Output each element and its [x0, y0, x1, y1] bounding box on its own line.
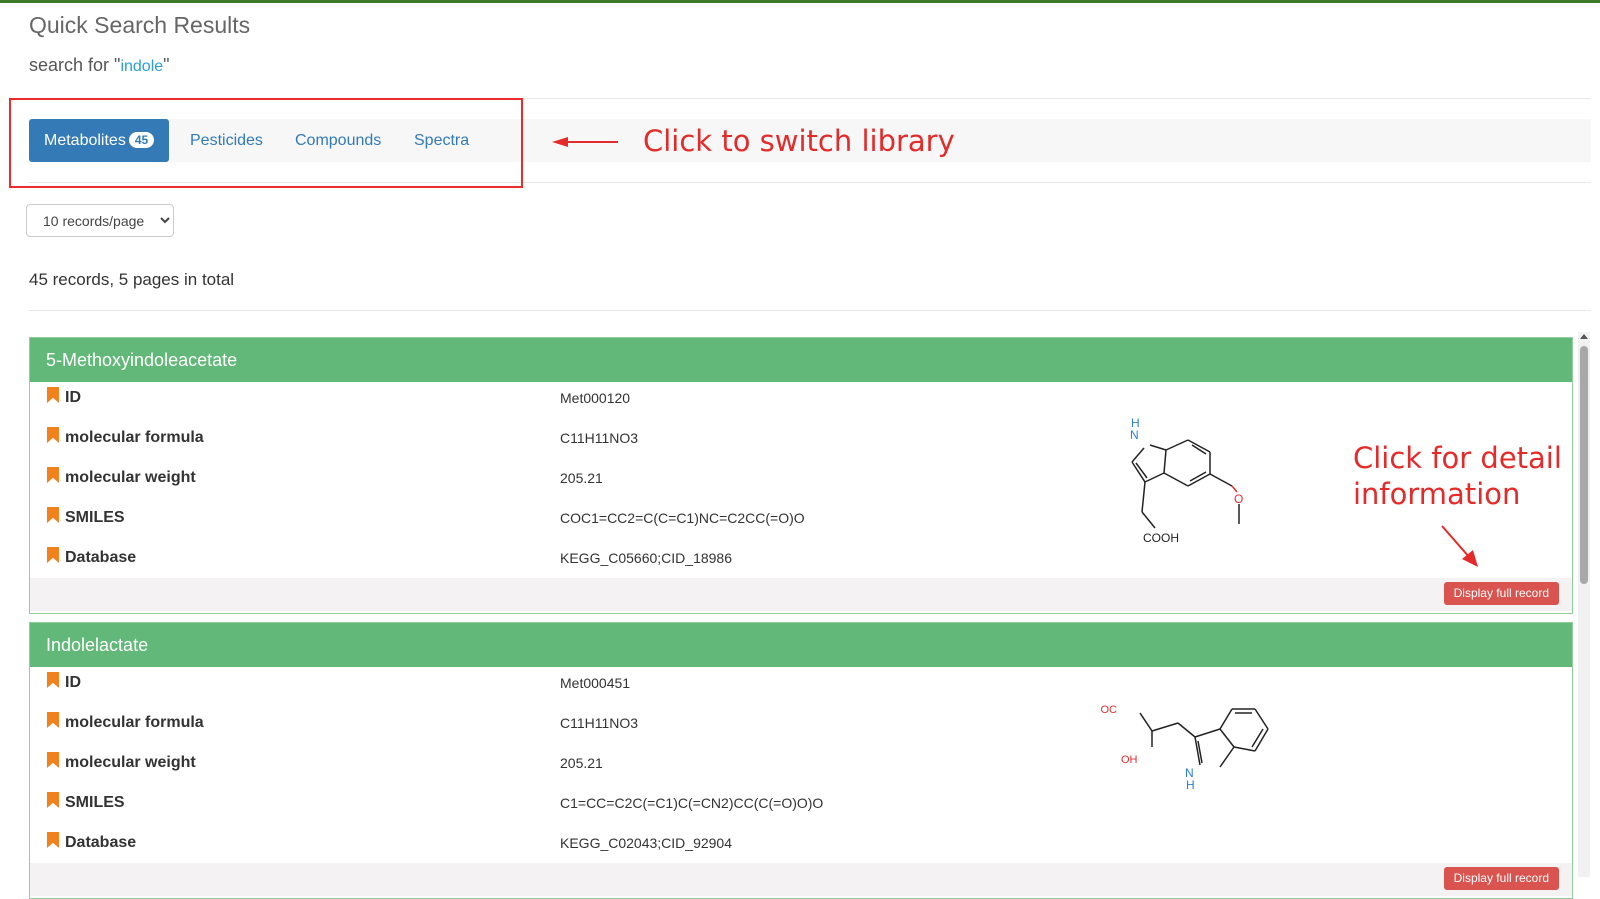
bookmark-icon: [47, 712, 59, 728]
display-full-record-button[interactable]: Display full record: [1443, 582, 1559, 605]
bookmark-icon: [47, 507, 59, 523]
field-row: molecular formula C11H11NO3: [30, 709, 1572, 749]
field-label: SMILES: [47, 504, 125, 532]
field-label: Database: [47, 829, 136, 857]
field-label: molecular weight: [47, 749, 196, 777]
display-full-record-button[interactable]: Display full record: [1443, 867, 1559, 890]
records-per-page-select[interactable]: 10 records/page: [26, 204, 174, 237]
molecule-structure-image: H N O COOH: [1130, 416, 1243, 545]
search-query-line: search for "indole": [29, 55, 170, 75]
record-card: Indolelactate ID Met000451 molecular for…: [29, 622, 1573, 899]
field-value: C11H11NO3: [560, 715, 639, 731]
field-row: SMILES C1=CC=C2C(=C1)C(=CN2)CC(C(=O)O)O: [30, 789, 1572, 829]
search-term: indole: [120, 58, 164, 75]
field-value: Met000120: [560, 390, 631, 406]
svg-text:H: H: [1186, 778, 1195, 792]
field-value: 205.21: [560, 755, 603, 771]
divider: [29, 310, 1591, 311]
field-value: COC1=CC2=C(C=C1)NC=C2CC(=O)O: [560, 510, 805, 526]
field-value: KEGG_C02043;CID_92904: [560, 835, 732, 851]
field-label: SMILES: [47, 789, 125, 817]
bookmark-icon: [47, 427, 59, 443]
svg-text:OH: OH: [1121, 754, 1138, 766]
records-summary: 45 records, 5 pages in total: [29, 270, 235, 289]
record-footer: Display full record: [30, 578, 1572, 611]
bookmark-icon: [47, 832, 59, 848]
field-label: molecular weight: [47, 464, 196, 492]
svg-text:COOH: COOH: [1143, 531, 1179, 545]
scroll-thumb[interactable]: [1580, 346, 1588, 584]
annotation-left-arrow-icon: [552, 137, 618, 147]
bookmark-icon: [47, 387, 59, 403]
field-row: molecular weight 205.21: [30, 749, 1572, 789]
svg-text:O: O: [1234, 492, 1243, 506]
molecule-structure-image: HOOC OH N H: [1100, 704, 1269, 792]
bookmark-icon: [47, 467, 59, 483]
field-label: ID: [47, 384, 81, 412]
field-row: molecular formula C11H11NO3: [30, 424, 1572, 464]
record-footer: Display full record: [30, 863, 1572, 896]
field-value: KEGG_C05660;CID_18986: [560, 550, 732, 566]
field-row: SMILES COC1=CC2=C(C=C1)NC=C2CC(=O)O: [30, 504, 1572, 544]
field-label: ID: [47, 669, 81, 697]
field-row: ID Met000451: [30, 669, 1572, 709]
svg-text:HOOC: HOOC: [1100, 704, 1117, 716]
field-value: C11H11NO3: [560, 430, 639, 446]
annotation-switch-library: Click to switch library: [643, 124, 955, 158]
field-row: ID Met000120: [30, 384, 1572, 424]
annotation-highlight-box: [9, 98, 523, 188]
field-label: molecular formula: [47, 424, 204, 452]
annotation-down-arrow-icon: [1441, 525, 1478, 567]
record-card: 5-Methoxyindoleacetate ID Met000120 mole…: [29, 337, 1573, 614]
scroll-up-arrow-icon[interactable]: [1580, 334, 1588, 339]
field-row: molecular weight 205.21: [30, 464, 1572, 504]
field-value: Met000451: [560, 675, 631, 691]
field-label: molecular formula: [47, 709, 204, 737]
bookmark-icon: [47, 672, 59, 688]
top-accent-bar: [0, 0, 1600, 3]
bookmark-icon: [47, 792, 59, 808]
field-value: 205.21: [560, 470, 603, 486]
page-title: Quick Search Results: [29, 12, 251, 38]
svg-text:N: N: [1130, 428, 1139, 442]
scrollbar[interactable]: [1578, 332, 1590, 877]
bookmark-icon: [47, 547, 59, 563]
record-title: 5-Methoxyindoleacetate: [30, 338, 1572, 382]
field-value: C1=CC=C2C(=C1)C(=CN2)CC(C(=O)O)O: [560, 795, 824, 811]
field-label: Database: [47, 544, 136, 572]
bookmark-icon: [47, 752, 59, 768]
annotation-detail-info: Click for detail information: [1353, 441, 1562, 511]
record-title: Indolelactate: [30, 623, 1572, 667]
